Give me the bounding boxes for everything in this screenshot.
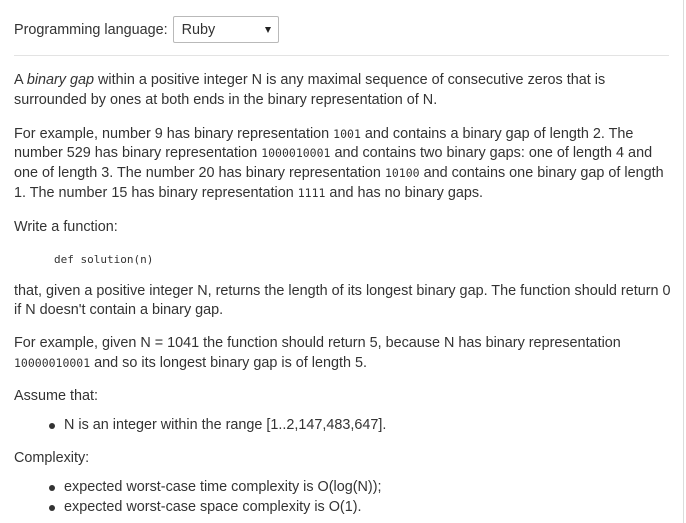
complexity-heading: Complexity: bbox=[14, 450, 90, 467]
intro-text-start: A bbox=[14, 72, 27, 88]
language-label: Programming language: bbox=[14, 21, 168, 38]
intro-text-end: within a positive integer N is any maxim… bbox=[14, 72, 606, 108]
task-panel: Programming language: Ruby A binary gap … bbox=[0, 0, 684, 523]
inline-code: 10100 bbox=[384, 166, 420, 181]
divider bbox=[14, 55, 669, 56]
example2-text: and so its longest binary gap is of leng… bbox=[90, 354, 367, 371]
assume-heading: Assume that: bbox=[14, 387, 98, 404]
binary-gap-term: binary gap bbox=[26, 72, 95, 88]
task-description: A binary gap within a positive integer N… bbox=[14, 71, 674, 518]
inline-code: 1001 bbox=[333, 126, 361, 141]
language-select[interactable]: Ruby bbox=[172, 16, 279, 43]
inline-code: 10000010001 bbox=[14, 355, 91, 370]
write-function-heading: Write a function: bbox=[14, 218, 118, 235]
example2-paragraph: For example, given N = 1041 the function… bbox=[14, 334, 674, 374]
intro-paragraph: A binary gap within a positive integer N… bbox=[14, 71, 674, 111]
example2-text: For example, given N = 1041 the function… bbox=[14, 335, 621, 352]
language-selected-value: Ruby bbox=[181, 21, 216, 38]
assumptions-list: N is an integer within the range [1..2,1… bbox=[14, 416, 674, 436]
list-item: expected worst-case time complexity is O… bbox=[49, 478, 674, 498]
example-text: For example, number 9 has binary represe… bbox=[14, 125, 334, 142]
inline-code: 1111 bbox=[297, 185, 326, 200]
inline-code: 1000010001 bbox=[261, 146, 331, 161]
example-text: and has no binary gaps. bbox=[325, 184, 484, 201]
list-item: N is an integer within the range [1..2,1… bbox=[49, 416, 674, 436]
list-item: expected worst-case space complexity is … bbox=[49, 498, 674, 518]
function-description: that, given a positive integer N, return… bbox=[14, 282, 671, 319]
complexity-list: expected worst-case time complexity is O… bbox=[14, 478, 674, 518]
function-signature: def solution(n) bbox=[54, 252, 154, 266]
language-bar: Programming language: Ruby bbox=[14, 16, 279, 43]
dropdown-arrow-icon bbox=[264, 27, 271, 33]
example-paragraph: For example, number 9 has binary represe… bbox=[14, 125, 674, 204]
